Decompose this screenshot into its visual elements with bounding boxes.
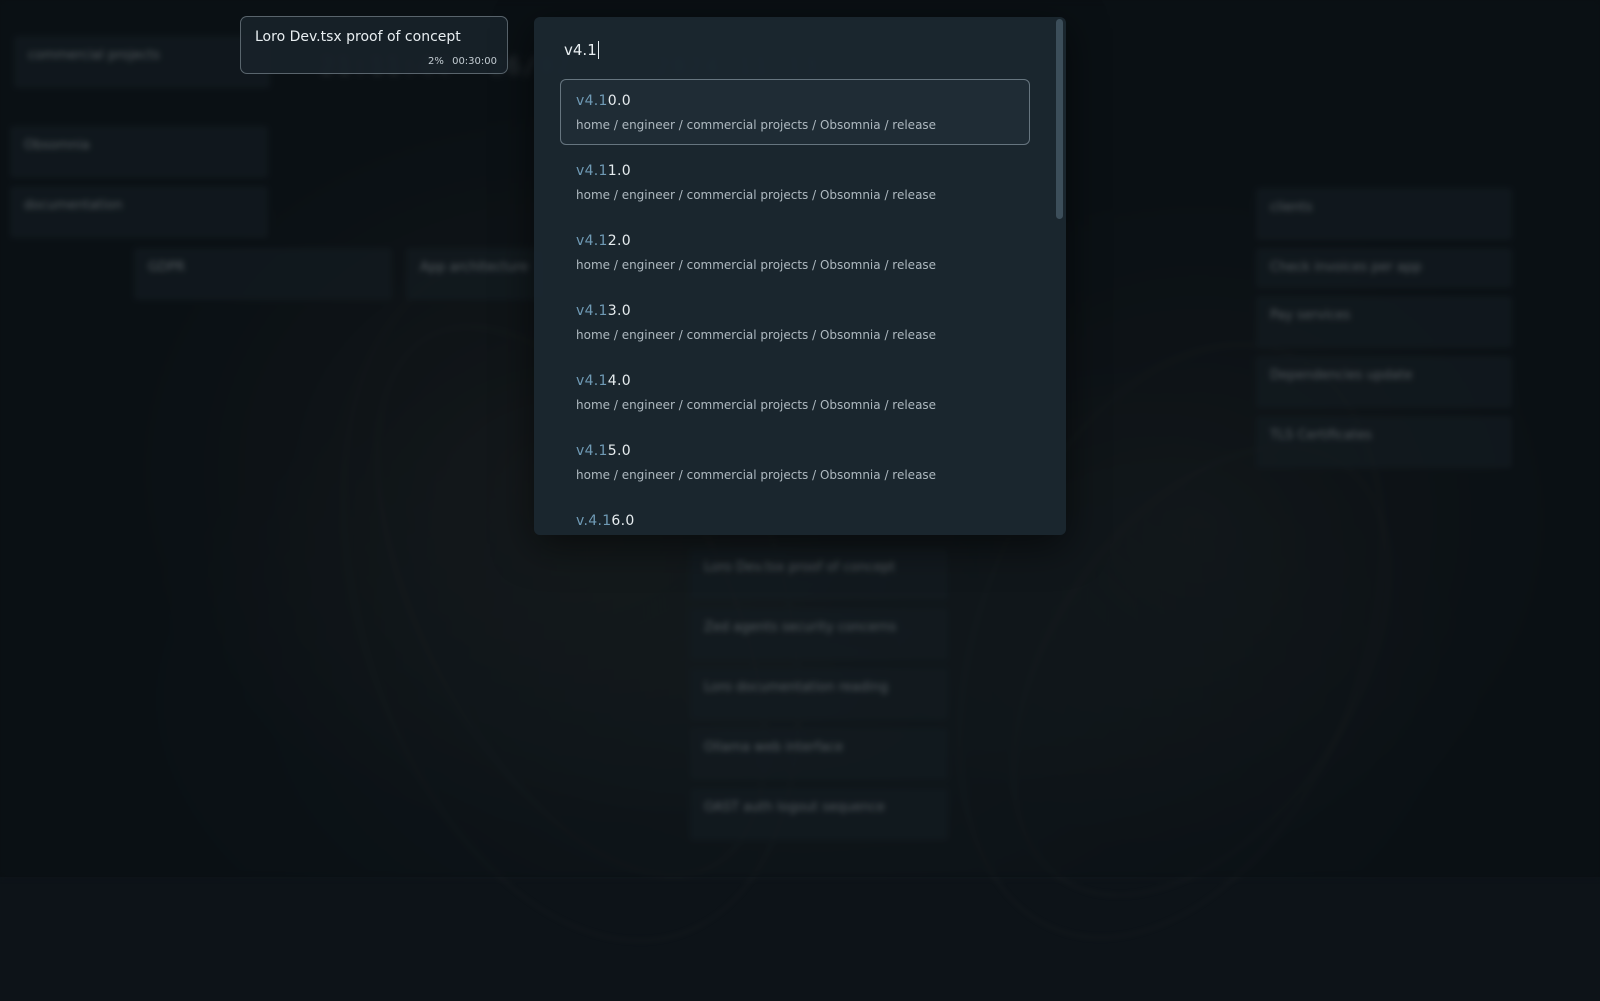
- result-version: v4.10.0: [576, 93, 631, 109]
- result-path: home / engineer / commercial projects / …: [576, 328, 937, 342]
- result-version: v4.14.0: [576, 373, 631, 389]
- task-title: Loro Dev.tsx proof of concept: [255, 29, 461, 45]
- task-progress: 2%: [428, 56, 444, 67]
- results-scrollbar[interactable]: [1056, 19, 1063, 219]
- search-query: v4.1: [564, 41, 597, 59]
- result-path: home / engineer / commercial projects / …: [576, 118, 937, 132]
- result-path: home / engineer / commercial projects / …: [576, 398, 937, 412]
- result-item[interactable]: v4.11.0 home / engineer / commercial pro…: [560, 149, 1030, 215]
- task-meta: 2% 00:30:00: [428, 56, 497, 67]
- result-item[interactable]: v4.10.0 home / engineer / commercial pro…: [560, 79, 1030, 145]
- result-version: v4.13.0: [576, 303, 631, 319]
- result-item[interactable]: v.4.16.0: [560, 499, 1030, 535]
- result-version: v4.11.0: [576, 163, 631, 179]
- result-path: home / engineer / commercial projects / …: [576, 468, 937, 482]
- result-path: home / engineer / commercial projects / …: [576, 258, 937, 272]
- result-item[interactable]: v4.14.0 home / engineer / commercial pro…: [560, 359, 1030, 425]
- current-task-chip[interactable]: Loro Dev.tsx proof of concept 2% 00:30:0…: [240, 16, 508, 74]
- result-item[interactable]: v4.15.0 home / engineer / commercial pro…: [560, 429, 1030, 495]
- search-row: v4.1: [534, 17, 1066, 79]
- search-input[interactable]: v4.1: [564, 41, 599, 59]
- result-path: home / engineer / commercial projects / …: [576, 188, 937, 202]
- result-item[interactable]: v4.12.0 home / engineer / commercial pro…: [560, 219, 1030, 285]
- result-version: v4.12.0: [576, 233, 631, 249]
- command-palette: v4.1 v4.10.0 home / engineer / commercia…: [534, 17, 1066, 535]
- result-item[interactable]: v4.13.0 home / engineer / commercial pro…: [560, 289, 1030, 355]
- results-list: v4.10.0 home / engineer / commercial pro…: [560, 79, 1030, 535]
- result-version: v4.15.0: [576, 443, 631, 459]
- task-timer: 00:30:00: [452, 56, 497, 67]
- text-caret: [597, 41, 599, 59]
- result-version: v.4.16.0: [576, 513, 635, 529]
